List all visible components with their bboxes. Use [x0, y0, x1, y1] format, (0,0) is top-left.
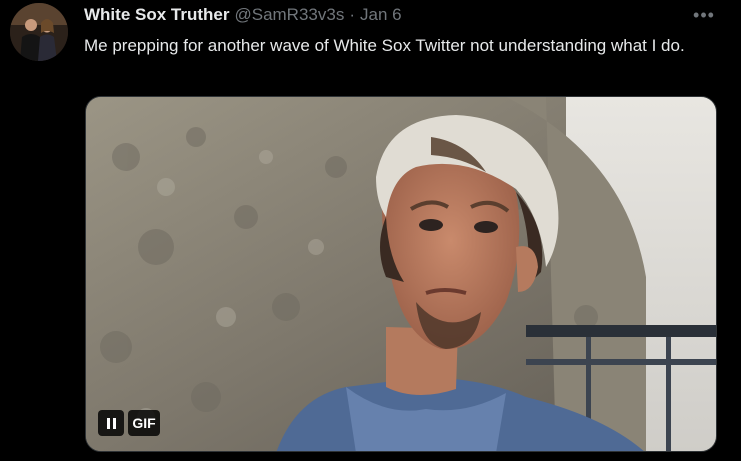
tweet-text: Me prepping for another wave of White So… — [84, 36, 685, 55]
display-name[interactable]: White Sox Truther — [84, 5, 229, 25]
tweet-header: White Sox Truther @SamR33v3s · Jan 6 — [84, 5, 402, 25]
gif-badge: GIF — [128, 410, 160, 436]
gif-media[interactable] — [85, 96, 717, 452]
tweet[interactable]: White Sox Truther @SamR33v3s · Jan 6 •••… — [0, 0, 741, 461]
avatar[interactable] — [10, 3, 68, 61]
user-handle[interactable]: @SamR33v3s — [234, 5, 344, 25]
tweet-date[interactable]: Jan 6 — [360, 5, 402, 25]
gif-controls: GIF — [98, 410, 160, 436]
more-horizontal-icon: ••• — [693, 4, 715, 25]
more-options-button[interactable]: ••• — [691, 4, 717, 26]
pause-icon — [105, 417, 117, 429]
pause-button[interactable] — [98, 410, 124, 436]
header-separator: · — [349, 5, 355, 24]
